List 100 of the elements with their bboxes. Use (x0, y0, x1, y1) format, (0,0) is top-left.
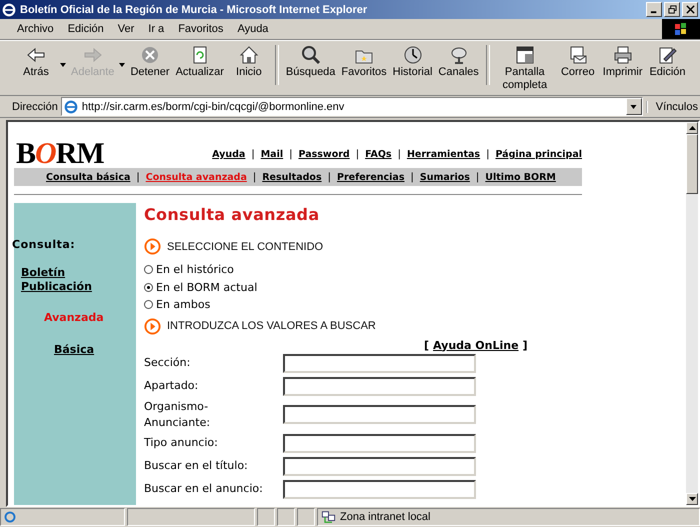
section-heading: SELECCIONE EL CONTENIDO (167, 240, 324, 252)
toolbar-button[interactable]: Correo (556, 45, 600, 79)
clock-icon (402, 45, 423, 65)
separator: | (356, 149, 360, 160)
mail-icon (568, 45, 588, 65)
section-heading: INTRODUZCA LOS VALORES A BUSCAR (167, 320, 376, 332)
separator: | (328, 172, 331, 182)
back-arrow-icon (26, 45, 46, 65)
nav-link[interactable]: Resultados (262, 172, 322, 182)
page-icon (64, 100, 78, 114)
network-icon (321, 510, 336, 524)
input-field[interactable] (283, 480, 476, 498)
menu-item[interactable]: Edición (60, 23, 111, 35)
restore-button[interactable] (664, 2, 680, 17)
search-icon (300, 45, 321, 65)
menu-item[interactable]: Favoritos (171, 23, 230, 35)
input-field[interactable] (283, 434, 476, 452)
printer-icon (612, 45, 633, 65)
toolbar-button[interactable]: Historial (390, 45, 436, 79)
separator: | (398, 149, 401, 160)
scrollbar[interactable] (686, 122, 698, 505)
down-arrow-icon (688, 497, 696, 501)
links-label[interactable]: Vínculos (646, 100, 698, 112)
toolbar-button[interactable]: Actualizar (172, 45, 227, 79)
windows-logo-icon (662, 19, 700, 39)
page-icon (4, 511, 16, 523)
window-title: Boletín Oficial de la Región de Murcia - Microsoft Internet Explorer (20, 4, 368, 16)
input-field[interactable] (283, 405, 476, 424)
nav-link[interactable]: Preferencias (336, 172, 404, 182)
menu-item[interactable]: Ayuda (230, 23, 276, 35)
top-link[interactable]: Password (298, 149, 350, 160)
sidebar-link[interactable]: Boletín Publicación (21, 266, 111, 294)
fullscreen-icon (514, 45, 535, 65)
toolbar-button[interactable]: Inicio (226, 45, 271, 79)
field-label: Apartado: (144, 378, 200, 394)
top-link[interactable]: FAQs (365, 149, 392, 160)
field-label: Buscar en el título: (144, 458, 249, 474)
toolbar-button[interactable]: Búsqueda (282, 45, 338, 79)
up-arrow-icon (688, 126, 696, 130)
menu-item[interactable]: Ir a (141, 23, 172, 35)
top-link[interactable]: Página principal (495, 149, 582, 160)
edit-icon (657, 45, 678, 65)
restore-icon (668, 5, 676, 14)
toolbar-button[interactable]: Canales (435, 45, 482, 79)
nav-link[interactable]: Ultimo BORM (485, 172, 556, 182)
address-label: Dirección (12, 100, 58, 112)
forward-arrow-icon (82, 45, 103, 65)
input-field[interactable] (283, 376, 476, 396)
minimize-button[interactable] (646, 2, 662, 17)
field-label: Sección: (144, 355, 192, 371)
address-field[interactable]: http://sir.carm.es/borm/cgi-bin/cqcgi/@bormonline.env (60, 97, 643, 116)
radio-option[interactable]: En ambos (144, 296, 686, 314)
status-text: Zona intranet local (340, 511, 430, 523)
toolbar-button[interactable]: Atrás (14, 45, 58, 79)
scrollbar-thumb[interactable] (686, 134, 698, 194)
bracket: ] (522, 338, 528, 352)
input-field[interactable] (283, 456, 476, 476)
bracket: [ (424, 338, 430, 352)
close-button[interactable] (682, 2, 698, 17)
toolbar-button[interactable]: Pantalla completa (494, 45, 556, 92)
field-label: Buscar en el anuncio: (144, 481, 264, 497)
nav-link[interactable]: Consulta básica (46, 172, 130, 182)
radio-option[interactable]: En el histórico (144, 261, 686, 278)
separator: | (251, 149, 255, 160)
separator: | (289, 149, 292, 160)
page-heading: Consulta avanzada (144, 205, 320, 224)
logo: BORM (15, 140, 104, 168)
status-panel (277, 508, 295, 526)
input-field[interactable] (283, 354, 476, 372)
toolbar-button[interactable]: Detener (127, 45, 173, 79)
close-icon (686, 5, 694, 14)
separator: | (252, 172, 256, 182)
nav-link[interactable]: Sumarios (420, 172, 470, 182)
menu-item[interactable]: Archivo (10, 23, 61, 35)
dropdown-arrow-icon[interactable] (58, 63, 68, 67)
top-link[interactable]: Ayuda (212, 149, 246, 160)
toolbar-button[interactable]: Imprimir (600, 45, 646, 79)
radio-option[interactable]: En el BORM actual (144, 278, 686, 296)
toolbar-button[interactable]: Favoritos (338, 45, 390, 79)
sidebar-link[interactable]: Básica (54, 343, 136, 356)
browser-icon (2, 2, 16, 16)
dropdown-button[interactable] (626, 98, 642, 115)
separator: | (410, 172, 414, 182)
top-link[interactable]: Herramientas (406, 149, 480, 160)
status-panel (257, 508, 275, 526)
play-icon (144, 238, 161, 255)
field-label: Organismo-Anunciante: (144, 398, 212, 430)
menu-item[interactable]: Ver (110, 23, 142, 35)
satellite-dish-icon (448, 45, 469, 65)
separator: | (486, 149, 490, 160)
top-link[interactable]: Mail (260, 149, 284, 160)
field-label: Tipo anuncio: (144, 435, 219, 451)
separator: | (136, 172, 140, 182)
toolbar-button[interactable]: Edición (645, 45, 690, 79)
stop-icon (140, 45, 160, 65)
help-link[interactable]: Ayuda OnLine (433, 338, 519, 352)
sidebar-heading: Consulta: (12, 238, 76, 251)
play-icon (144, 318, 161, 334)
caret-icon (630, 104, 638, 108)
separator: | (476, 172, 480, 182)
